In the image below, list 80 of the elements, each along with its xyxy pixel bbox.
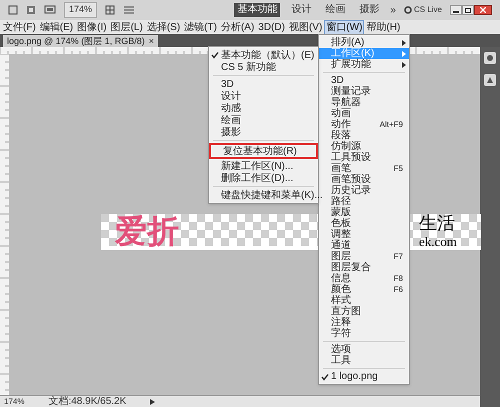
menu-item[interactable]: 选项 xyxy=(319,344,409,355)
menu-item[interactable]: 画笔 F5 xyxy=(319,163,409,174)
workspace-button[interactable]: 摄影 xyxy=(356,3,382,17)
menu-item[interactable]: 历史记录 xyxy=(319,185,409,196)
menu-item[interactable]: 动画 xyxy=(319,108,409,119)
menu-item[interactable]: 工具预设 xyxy=(319,152,409,163)
menu-item[interactable]: 排列(A) xyxy=(319,37,409,48)
menu-item[interactable]: 绘画 xyxy=(209,114,318,126)
menu-item[interactable]: 动作 Alt+F9 xyxy=(319,119,409,130)
screen-icon[interactable] xyxy=(44,5,56,15)
cs-live-button[interactable]: CS Live xyxy=(414,4,442,16)
maximize-icon xyxy=(465,8,471,12)
menu-item[interactable]: 3D xyxy=(209,78,318,90)
menu-item[interactable]: 图层 F7 xyxy=(319,251,409,262)
menu-item[interactable]: 通道 xyxy=(319,240,409,251)
menu-item[interactable]: 路径 xyxy=(319,196,409,207)
tab-close-button[interactable]: × xyxy=(148,36,154,46)
menu-item[interactable]: 段落 xyxy=(319,130,409,141)
menu-item[interactable]: 色板 xyxy=(319,218,409,229)
more-button[interactable]: » xyxy=(390,2,396,18)
menu-item[interactable]: 导航器 xyxy=(319,97,409,108)
menu-item[interactable]: 样式 xyxy=(319,295,409,306)
menu-item[interactable]: 图层复合 xyxy=(319,262,409,273)
tab-title: logo.png @ 174% (图层 1, RGB/8) xyxy=(7,36,145,46)
close-button[interactable] xyxy=(474,5,492,15)
close-icon xyxy=(480,7,486,13)
minimize-icon xyxy=(453,11,459,14)
zoom-level: 174% xyxy=(4,396,24,406)
menu-bar-item[interactable]: 窗口(W) xyxy=(325,20,364,34)
menu-bar-item[interactable]: 文件(F) xyxy=(2,20,37,34)
menu-item[interactable]: 测量记录 xyxy=(319,86,409,97)
menu-item[interactable]: 摄影 xyxy=(209,126,318,138)
menu-item[interactable]: 基本功能（默认）(E) xyxy=(209,49,318,61)
menu-bar-item[interactable]: 视图(V) xyxy=(288,20,324,34)
document-tab[interactable]: logo.png @ 174% (图层 1, RGB/8) × xyxy=(3,35,158,47)
menu-item[interactable]: 设计 xyxy=(209,90,318,102)
menu-bar-item[interactable]: 滤镜(T) xyxy=(183,20,218,34)
menu-item[interactable]: 直方图 xyxy=(319,306,409,317)
menu-item[interactable]: 仿制源 xyxy=(319,141,409,152)
panel-icon[interactable] xyxy=(483,73,497,87)
menu-item[interactable]: 3D xyxy=(319,75,409,86)
workspace-button[interactable]: 绘画 xyxy=(322,3,348,17)
menu-item[interactable]: 颜色 F6 xyxy=(319,284,409,295)
circle-icon xyxy=(404,6,412,14)
logo-right-text: 生活 xyxy=(419,214,455,235)
menu-bar-item[interactable]: 3D(D) xyxy=(257,20,286,34)
menu-bar-item[interactable]: 图像(I) xyxy=(76,20,108,34)
menu-item[interactable]: 调整 xyxy=(319,229,409,240)
maximize-button[interactable] xyxy=(462,5,474,15)
menu-bar-item[interactable]: 帮助(H) xyxy=(365,20,402,34)
logo-domain-text: ek.com xyxy=(419,235,457,249)
workspace-button[interactable]: 设计 xyxy=(288,3,314,17)
menu-item[interactable]: 复位基本功能(R) xyxy=(209,143,318,159)
menu-item[interactable]: 1 logo.png xyxy=(319,371,409,382)
menu-item[interactable]: 注释 xyxy=(319,317,409,328)
menu-item[interactable]: 工具 xyxy=(319,355,409,366)
grid-icon[interactable] xyxy=(105,5,116,15)
panel-icon[interactable] xyxy=(483,51,497,65)
play-icon[interactable] xyxy=(150,398,156,404)
minimize-button[interactable] xyxy=(450,5,462,15)
frame-icon[interactable] xyxy=(8,5,18,15)
workspace-button[interactable]: 基本功能 xyxy=(234,3,280,17)
logo-left-text: 爱折 xyxy=(115,214,179,250)
menu-item[interactable]: 删除工作区(D)... xyxy=(209,172,318,184)
menu-item[interactable]: CS 5 新功能 xyxy=(209,61,318,73)
menu-item[interactable]: 信息 F8 xyxy=(319,273,409,284)
menu-bar-item[interactable]: 分析(A) xyxy=(220,20,256,34)
menu-bar-item[interactable]: 选择(S) xyxy=(146,20,182,34)
menu-bar-item[interactable]: 图层(L) xyxy=(110,20,144,34)
menu-item[interactable]: 蒙版 xyxy=(319,207,409,218)
document-size: 文档:48.9K/65.2K xyxy=(48,396,126,407)
menu-item[interactable]: 新建工作区(N)... xyxy=(209,160,318,172)
zoom-dropdown[interactable]: 174% xyxy=(64,2,98,18)
menu-item[interactable]: 字符 xyxy=(319,328,409,339)
menu-item[interactable]: 动感 xyxy=(209,102,318,114)
menu-bar-item[interactable]: 编辑(E) xyxy=(38,20,74,34)
arrange-icon[interactable] xyxy=(123,5,136,15)
menu-item[interactable]: 画笔预设 xyxy=(319,174,409,185)
menu-item[interactable]: 扩展功能 xyxy=(319,59,409,70)
layout-icon[interactable] xyxy=(26,5,36,15)
